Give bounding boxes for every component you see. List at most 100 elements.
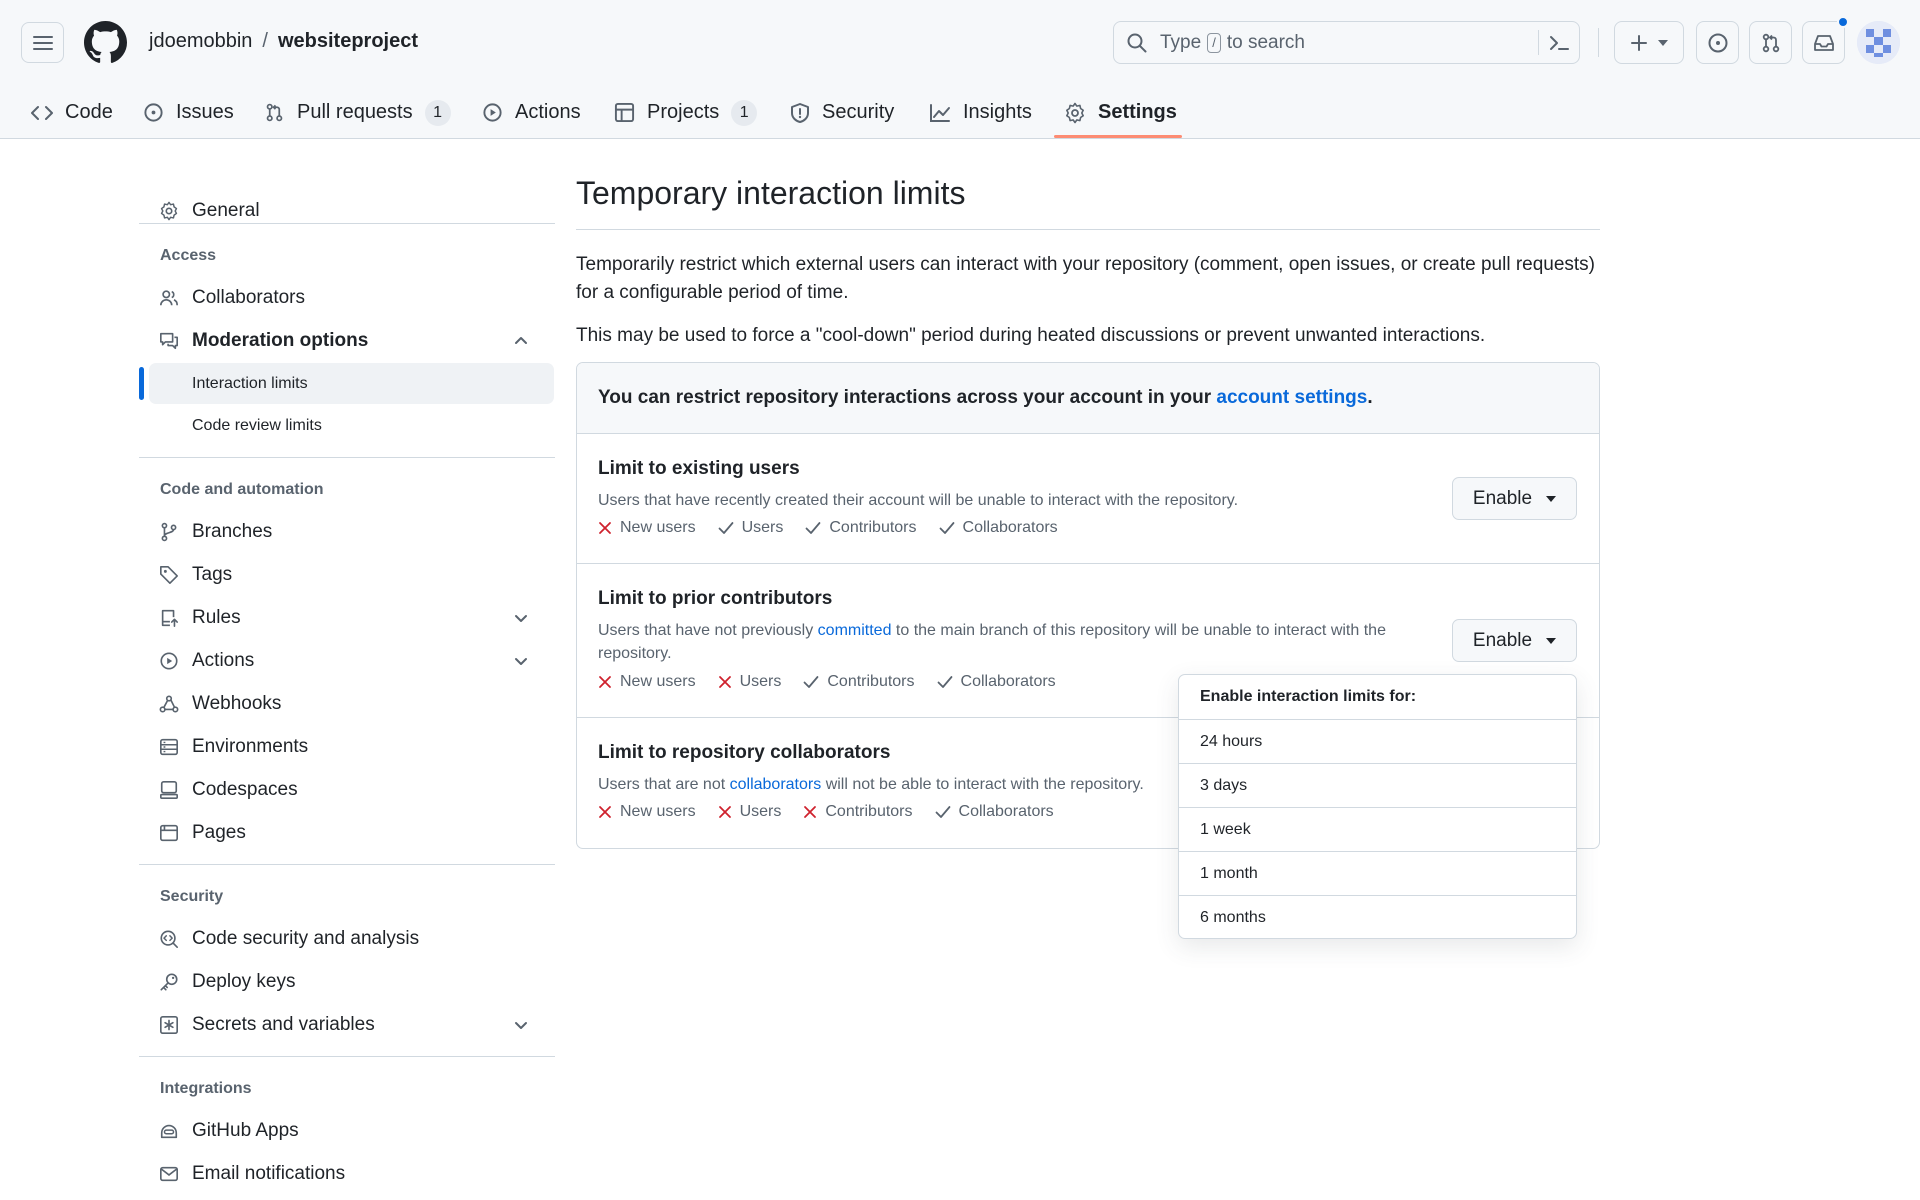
git-pull-request-icon — [1762, 33, 1779, 52]
permission-users: Users — [718, 803, 781, 821]
mail-icon — [160, 1166, 178, 1182]
repo-name-link[interactable]: websiteproject — [278, 30, 418, 53]
tab-pull-requests-label: Pull requests — [297, 101, 413, 123]
chevron-down-icon[interactable] — [513, 1017, 529, 1033]
breadcrumb-separator: / — [262, 30, 268, 52]
sidebar-item-actions[interactable]: Actions — [139, 641, 555, 681]
enable-button-label: Enable — [1472, 487, 1533, 509]
sidebar-item-tags[interactable]: Tags — [139, 555, 555, 595]
sidebar-item-label: Webhooks — [192, 693, 282, 714]
committed-link[interactable]: committed — [818, 622, 892, 639]
x-icon — [718, 806, 731, 818]
menu-button[interactable] — [21, 22, 64, 63]
check-icon — [937, 676, 952, 688]
repo-owner-link[interactable]: jdoemobbin — [149, 30, 252, 53]
duration-option-3-days[interactable]: 3 days — [1179, 764, 1576, 808]
box-header: You can restrict repository interactions… — [577, 363, 1599, 434]
github-logo-icon[interactable] — [84, 21, 127, 64]
sidebar-section-security: Security — [160, 888, 224, 905]
duration-option-24-hours[interactable]: 24 hours — [1179, 720, 1576, 764]
permission-collaborators: Collaborators — [939, 519, 1058, 537]
permission-list: New users Users Contributors Collaborato… — [598, 673, 1056, 691]
limit-description-text: Users that have recently created their a… — [598, 492, 1239, 509]
webhook-icon — [159, 695, 179, 713]
permission-contributors: Contributors — [803, 673, 915, 691]
sidebar-item-interaction-limits[interactable]: Interaction limits — [149, 363, 554, 404]
sidebar-item-github-apps[interactable]: GitHub Apps — [139, 1111, 555, 1151]
git-branch-icon — [161, 522, 177, 542]
sidebar-item-branches[interactable]: Branches — [139, 512, 555, 552]
tab-issues[interactable]: Issues — [143, 86, 234, 139]
sidebar-item-webhooks[interactable]: Webhooks — [139, 684, 555, 724]
tab-actions-label: Actions — [515, 101, 581, 123]
sidebar-item-collaborators[interactable]: Collaborators — [139, 278, 555, 318]
enable-existing-users-button[interactable]: Enable — [1452, 477, 1577, 520]
avatar[interactable] — [1857, 21, 1900, 64]
permission-users: Users — [718, 673, 782, 691]
check-icon — [718, 522, 733, 534]
tab-insights[interactable]: Insights — [929, 86, 1032, 139]
sidebar-item-code-review-limits[interactable]: Code review limits — [149, 405, 554, 446]
tab-settings[interactable]: Settings — [1064, 86, 1177, 139]
limit-title: Limit to repository collaborators — [598, 742, 891, 763]
sidebar-item-secrets-variables[interactable]: Secrets and variables — [139, 1005, 555, 1045]
chevron-down-icon[interactable] — [513, 610, 529, 626]
sidebar-item-moderation-options[interactable]: Moderation options — [139, 321, 555, 361]
sidebar-item-codespaces[interactable]: Codespaces — [139, 770, 555, 810]
page-description-secondary: This may be used to force a "cool-down" … — [576, 325, 1486, 346]
sidebar-item-label: Codespaces — [192, 779, 298, 800]
tab-pull-requests[interactable]: Pull requests 1 — [264, 86, 451, 139]
slash-key-hint: / — [1207, 32, 1221, 53]
tab-projects[interactable]: Projects 1 — [614, 86, 758, 139]
collaborators-link[interactable]: collaborators — [730, 776, 822, 793]
tab-actions[interactable]: Actions — [482, 86, 581, 139]
duration-option-6-months[interactable]: 6 months — [1179, 896, 1576, 938]
chevron-down-icon[interactable] — [513, 653, 529, 669]
inbox-button[interactable] — [1802, 16, 1849, 64]
code-icon — [31, 105, 53, 120]
duration-option-1-month[interactable]: 1 month — [1179, 852, 1576, 896]
permission-label: Users — [741, 519, 784, 536]
permission-new-users: New users — [598, 673, 696, 691]
pull-requests-button[interactable] — [1749, 21, 1792, 64]
sidebar-item-deploy-keys[interactable]: Deploy keys — [139, 962, 555, 1002]
sidebar-item-email-notifications[interactable]: Email notifications — [139, 1154, 555, 1194]
tab-security[interactable]: Security — [790, 86, 894, 139]
check-icon — [939, 522, 954, 534]
check-icon — [935, 806, 950, 818]
git-pull-request-icon — [266, 103, 283, 122]
account-settings-link[interactable]: account settings — [1216, 387, 1367, 409]
permission-label: Users — [739, 673, 782, 690]
plus-icon — [1631, 34, 1647, 51]
sidebar-item-label: Collaborators — [192, 287, 305, 308]
search-icon — [1127, 33, 1147, 52]
tab-code[interactable]: Code — [31, 86, 113, 139]
key-asterisk-icon — [160, 1016, 178, 1034]
sidebar-item-rules[interactable]: Rules — [139, 598, 555, 638]
inbox-icon — [1813, 34, 1834, 51]
sidebar-item-label: Environments — [192, 736, 309, 757]
sidebar-item-environments[interactable]: Environments — [139, 727, 555, 767]
permission-label: New users — [620, 519, 696, 536]
permission-contributors: Contributors — [805, 519, 917, 537]
search-input[interactable]: Type / to search — [1113, 21, 1580, 64]
tab-insights-label: Insights — [963, 101, 1032, 123]
permission-label: Contributors — [827, 673, 915, 690]
sidebar-item-label: Rules — [192, 607, 241, 628]
create-new-button[interactable] — [1614, 21, 1684, 64]
x-icon — [599, 806, 611, 818]
command-palette-icon[interactable] — [1548, 33, 1570, 53]
duration-option-1-week[interactable]: 1 week — [1179, 808, 1576, 852]
check-icon — [803, 676, 819, 688]
permission-label: New users — [620, 803, 696, 820]
enable-prior-contributors-button[interactable]: Enable — [1452, 619, 1577, 662]
sidebar-item-label: Pages — [192, 822, 246, 843]
pull-requests-count-badge: 1 — [424, 99, 451, 126]
tab-code-label: Code — [65, 101, 113, 123]
gear-icon — [160, 201, 178, 221]
sidebar-item-code-security[interactable]: Code security and analysis — [139, 919, 555, 959]
sidebar-item-pages[interactable]: Pages — [139, 813, 555, 853]
sidebar-item-general[interactable]: General — [139, 191, 555, 231]
codespaces-icon — [160, 781, 178, 799]
issues-button[interactable] — [1696, 21, 1739, 64]
